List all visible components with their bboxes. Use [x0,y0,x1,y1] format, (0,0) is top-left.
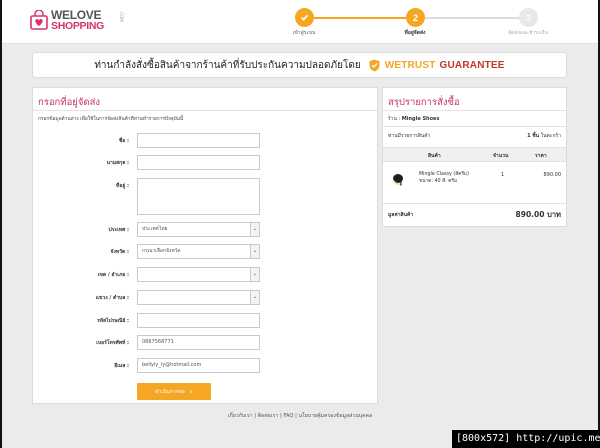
col-product: สินค้า [428,153,441,159]
name-input[interactable] [137,133,260,148]
address-textarea[interactable] [137,178,260,215]
surname-input[interactable] [137,155,260,170]
cart-count-value: 1 ชิ้น [527,133,540,139]
banner-brand-guarantee: GUARANTEE [439,59,505,71]
shipping-address-note: กรอกข้อมูลด้านล่าง เพื่อใช้ในการจัดส่งสิ… [38,117,184,122]
shipping-address-panel: กรอกที่อยู่จัดส่ง กรอกข้อมูลด้านล่าง เพื… [32,87,378,404]
step-3-label: จัดส่งและชำระเงิน [508,30,548,36]
district-label: เขต / อำเภอ : [97,272,129,278]
page-canvas: WELOVE SHOPPING .COM เข้าสู่ระบบ 2 ที่อย… [0,0,600,448]
wetrust-guarantee-banner: ท่านกำลังสั่งซื้อสินค้าจากร้านค้าที่รับป… [32,52,567,78]
frame-left [0,0,2,448]
progress-line-todo [415,17,528,19]
address-label: ที่อยู่ : [116,183,129,189]
logo-text-com: .COM [119,11,124,22]
chevron-right-icon: › [189,387,193,396]
welove-shopping-logo[interactable]: WELOVE SHOPPING .COM [30,7,124,35]
cart-count-suffix: ในตะกร้า [540,133,561,139]
product-price: 890.00 [543,172,562,178]
country-label: ประเทศ : [108,227,129,233]
col-price: ราคา [535,153,547,159]
province-select-value: กรุณาเลือกจังหวัด [142,248,181,254]
header: WELOVE SHOPPING .COM เข้าสู่ระบบ 2 ที่อย… [0,0,600,44]
title-divider [33,110,377,111]
postcode-label: รหัสไปรษณีย์ : [96,318,129,324]
product-qty: 1 [501,172,505,178]
product-info: Mingle Classy (สีครีม) ขนาด: 40 สี: ครีม [419,171,479,185]
order-summary-title: สรุปรายการสั่งซื้อ [388,97,460,108]
upic-size: [800x572] [456,433,511,444]
step-2-number: 2 [406,8,425,27]
banner-brand-wetrust: WETRUST [384,59,436,71]
step-2-label: ที่อยู่จัดส่ง [404,30,426,36]
shield-check-icon [369,59,380,71]
email-label: อีเมล : [114,363,129,369]
country-select-value: ประเทศไทย [142,226,168,232]
continue-button[interactable]: ดำเนินการต่อ › [137,383,211,400]
step-3-number: 3 [519,8,538,27]
name-label: ชื่อ : [118,138,129,144]
footer-links[interactable]: เกี่ยวกับเรา | ติดต่อเรา | FAQ | นโยบายค… [0,412,600,420]
shop-name: Mingle Shoes [401,116,440,122]
product-size: ขนาด: 40 สี: ครีม [419,179,458,184]
total-divider [383,203,566,204]
upic-watermark: [800x572] http://upic.me/ [452,430,600,448]
progress-line-done [305,17,415,19]
subdistrict-select[interactable]: ⌄ [137,290,260,305]
district-select[interactable]: ⌄ [137,267,260,282]
phone-label: เบอร์โทรศัพท์ : [96,340,129,346]
province-label: จังหวัด : [110,249,129,255]
order-summary-panel: สรุปรายการสั่งซื้อ ร้าน : Mingle Shoes ท… [382,87,567,227]
shop-divider [383,126,566,127]
step-1-label: เข้าสู่ระบบ [292,30,316,36]
chevron-down-icon: ⌄ [250,223,259,236]
chevron-down-icon: ⌄ [250,245,259,258]
logo-text-shopping: SHOPPING [51,20,105,32]
step-1-check-icon [295,8,314,27]
upic-url: http://upic.me/ [516,433,600,444]
shipping-address-title: กรอกที่อยู่จัดส่ง [38,97,101,108]
country-select[interactable]: ประเทศไทย ⌄ [137,222,260,237]
total-value: 890.00 บาท [515,210,561,219]
product-name: Mingle Classy (สีครีม) [419,172,469,177]
title-divider [383,110,566,111]
shop-label: ร้าน : [388,116,401,122]
province-select[interactable]: กรุณาเลือกจังหวัด ⌄ [137,244,260,259]
order-table-header: สินค้า จำนวน ราคา [383,147,566,162]
phone-input[interactable]: 0867568771 [137,335,260,350]
col-qty: จำนวน [493,153,509,159]
cart-count-label: ท่านมีรายการสินค้า [388,133,431,139]
chevron-down-icon: ⌄ [250,291,259,304]
chevron-down-icon: ⌄ [250,268,259,281]
postcode-input[interactable] [137,313,260,328]
total-label: มูลค่าสินค้า [388,212,414,218]
surname-label: นามสกุล : [106,160,129,166]
email-input[interactable]: bellyly_ly@hotmail.com [137,358,260,373]
subdistrict-label: แขวง / ตำบล : [95,295,129,301]
continue-button-label: ดำเนินการต่อ [155,388,185,395]
shoe-product-image [392,174,403,186]
shopping-bag-heart-icon [30,10,48,30]
banner-text: ท่านกำลังสั่งซื้อสินค้าจากร้านค้าที่รับป… [94,59,361,71]
cart-count-row: 1 ชิ้น ในตะกร้า [527,132,561,140]
shop-row: ร้าน : Mingle Shoes [388,115,439,123]
